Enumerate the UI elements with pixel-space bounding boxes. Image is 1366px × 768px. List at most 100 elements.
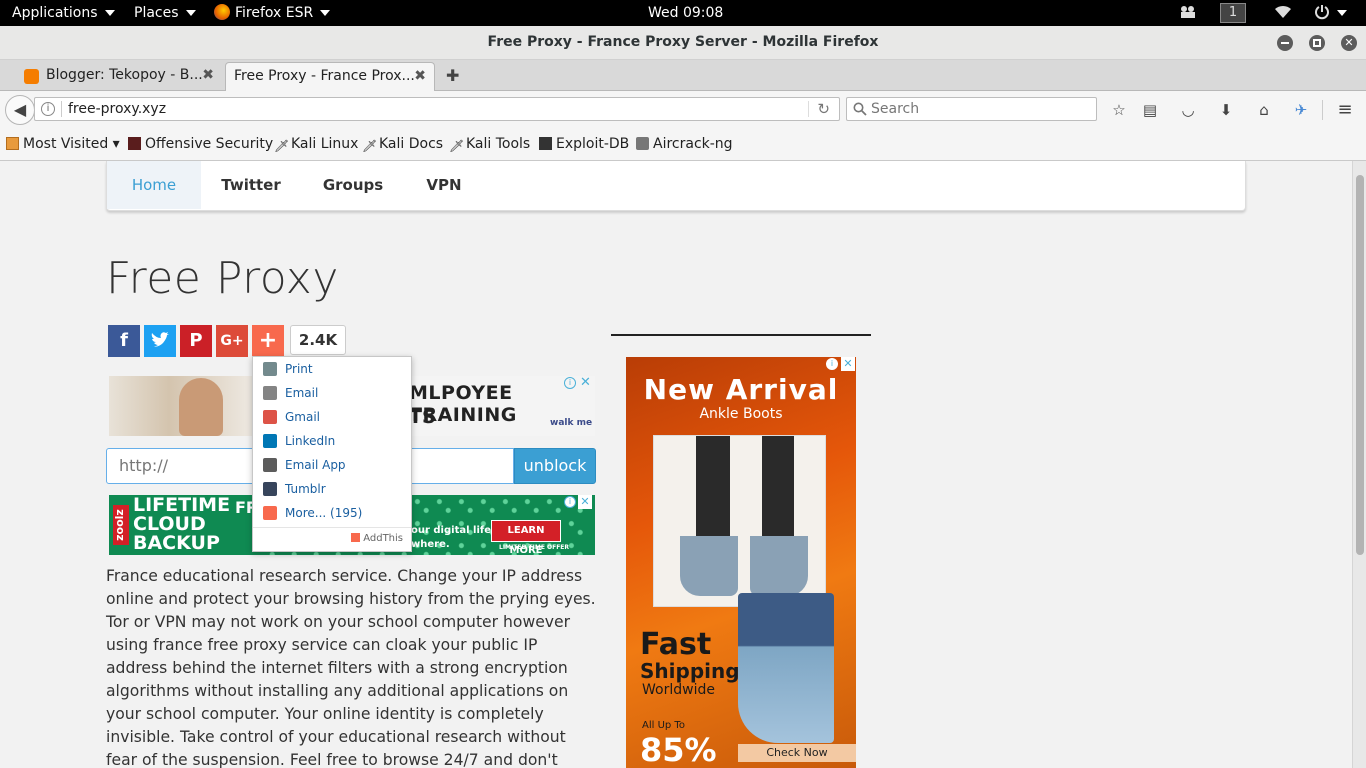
minimize-button[interactable] — [1277, 35, 1293, 51]
close-tab-icon[interactable]: ✖ — [414, 63, 426, 90]
ad-headline-2: TS — [409, 406, 436, 428]
places-menu[interactable]: Places — [134, 0, 196, 26]
applications-menu[interactable]: Applications — [12, 0, 115, 26]
share-menu-item-tumblr[interactable]: Tumblr — [263, 480, 326, 500]
learn-more-button[interactable]: LEARN MORE — [491, 520, 561, 555]
addthis-footer[interactable]: AddThis — [351, 533, 403, 544]
blogger-icon — [24, 69, 39, 84]
bookmark-exploit-db[interactable]: Exploit-DB — [539, 136, 629, 152]
scrollbar-thumb[interactable] — [1356, 175, 1364, 555]
facebook-share-button[interactable]: f — [108, 325, 140, 357]
nav-vpn[interactable]: VPN — [405, 161, 483, 209]
email-app-icon — [263, 458, 277, 472]
menu-item-label: Tumblr — [285, 482, 326, 496]
bookmark-offensive-security[interactable]: Offensive Security — [128, 136, 273, 152]
share-menu-item-gmail[interactable]: Gmail — [263, 408, 320, 428]
firefox-app-label: Firefox ESR — [235, 5, 314, 21]
clock[interactable]: Wed 09:08 — [648, 0, 723, 26]
bookmark-label: Most Visited ▾ — [23, 136, 120, 152]
ad-close-icon[interactable]: ✕ — [580, 376, 591, 390]
home-icon[interactable]: ⌂ — [1254, 100, 1274, 120]
offsec-icon — [128, 137, 141, 150]
firefox-app-menu[interactable]: Firefox ESR — [214, 0, 331, 26]
bookmark-label: Kali Linux — [291, 136, 359, 152]
back-button[interactable]: ◀ — [5, 95, 35, 125]
power-menu[interactable] — [1314, 0, 1347, 26]
bookmark-aircrack-ng[interactable]: Aircrack-ng — [636, 136, 733, 152]
video-icon[interactable] — [1179, 0, 1197, 26]
wifi-icon[interactable] — [1274, 0, 1292, 26]
googleplus-share-button[interactable]: G+ — [216, 325, 248, 357]
url-bar[interactable]: i free-proxy.xyz ↻ — [34, 97, 840, 121]
twitter-share-button[interactable] — [144, 325, 176, 357]
chevron-down-icon — [1337, 10, 1347, 16]
description-paragraph: France educational research service. Cha… — [106, 567, 596, 768]
bookmark-star-icon[interactable]: ☆ — [1109, 100, 1129, 120]
nav-home[interactable]: Home — [107, 161, 201, 209]
bookmark-kali-tools[interactable]: 🗡 Kali Tools — [449, 136, 530, 153]
pocket-icon[interactable]: ◡ — [1178, 100, 1198, 120]
ad-shipping-text: Shipping — [640, 659, 740, 683]
nav-groups[interactable]: Groups — [301, 161, 405, 209]
toolbar-divider — [1322, 100, 1323, 120]
system-top-bar: Applications Places Firefox ESR Wed 09:0… — [0, 0, 1366, 26]
search-bar[interactable]: Search — [846, 97, 1097, 121]
menu-divider — [253, 527, 411, 528]
boot-photo — [653, 435, 826, 607]
boots-ad[interactable]: New Arrival Ankle Boots Fast Shipping Wo… — [626, 357, 856, 768]
menu-item-label: More... (195) — [285, 506, 363, 520]
pinterest-share-button[interactable]: P — [180, 325, 212, 357]
tab-free-proxy[interactable]: Free Proxy - France Prox... ✖ — [225, 62, 435, 91]
firefox-icon — [214, 4, 230, 20]
share-menu-item-linkedin[interactable]: LinkedIn — [263, 432, 335, 452]
url-text: free-proxy.xyz — [68, 101, 167, 117]
share-menu-item-email[interactable]: Email — [263, 384, 318, 404]
maximize-button[interactable] — [1309, 35, 1325, 51]
reading-list-icon[interactable]: ▤ — [1140, 100, 1160, 120]
check-now-button[interactable]: Check Now — [738, 744, 856, 762]
share-menu-item-print[interactable]: Print — [263, 360, 313, 380]
ad-fast-text: Fast — [640, 627, 712, 662]
adchoices-icon[interactable]: i — [564, 496, 576, 508]
addthis-icon — [351, 533, 361, 542]
reload-icon[interactable]: ↻ — [817, 98, 830, 120]
ad-close-icon[interactable]: ✕ — [841, 357, 855, 371]
bookmark-label: Aircrack-ng — [653, 136, 733, 152]
addthis-label: AddThis — [363, 533, 403, 544]
blue-boot — [738, 593, 834, 743]
bookmark-most-visited[interactable]: Most Visited ▾ — [6, 136, 120, 152]
ad-headline: New Arrival — [643, 373, 839, 406]
menu-item-label: LinkedIn — [285, 434, 336, 448]
print-icon — [263, 362, 277, 376]
adchoices-icon[interactable]: i — [564, 377, 576, 389]
ad-close-icon[interactable]: ✕ — [578, 495, 592, 509]
adchoices-icon[interactable]: i — [826, 358, 838, 370]
close-button[interactable]: ✕ — [1341, 35, 1357, 51]
workspace-indicator[interactable]: 1 — [1220, 3, 1246, 23]
search-placeholder: Search — [871, 101, 920, 117]
share-menu-item-more[interactable]: More... (195) — [263, 504, 362, 524]
share-menu-item-email-app[interactable]: Email App — [263, 456, 346, 476]
hamburger-menu-icon[interactable]: ≡ — [1335, 100, 1355, 120]
bookmarks-toolbar: Most Visited ▾ Offensive Security 🗡 Kali … — [0, 128, 1366, 161]
plus-icon: + — [258, 328, 278, 353]
close-tab-icon[interactable]: ✖ — [202, 62, 214, 89]
nav-twitter[interactable]: Twitter — [201, 161, 301, 209]
ad-brand: zoolz — [113, 505, 129, 545]
tab-label: Free Proxy - France Prox... — [234, 68, 415, 84]
new-tab-button[interactable]: ✚ — [446, 66, 459, 85]
chevron-down-icon — [185, 10, 196, 16]
page-scrollbar[interactable] — [1352, 161, 1366, 768]
unblock-button[interactable]: unblock — [514, 448, 596, 484]
info-icon[interactable]: i — [41, 102, 55, 116]
menu-item-label: Email — [285, 386, 319, 400]
download-icon[interactable]: ⬇ — [1216, 100, 1236, 120]
addthis-more-button[interactable]: + — [252, 325, 284, 357]
tab-blogger[interactable]: Blogger: Tekopoy - B... ✖ — [18, 62, 222, 91]
extension-icon[interactable]: ✈ — [1291, 100, 1311, 120]
bookmark-kali-docs[interactable]: 🗡 Kali Docs — [362, 136, 443, 153]
bookmark-kali-linux[interactable]: 🗡 Kali Linux — [274, 136, 358, 153]
kali-icon: 🗡 — [274, 139, 290, 153]
tab-bar: Blogger: Tekopoy - B... ✖ Free Proxy - F… — [0, 60, 1366, 91]
ad-tail-text: our digital life. — [411, 525, 495, 536]
